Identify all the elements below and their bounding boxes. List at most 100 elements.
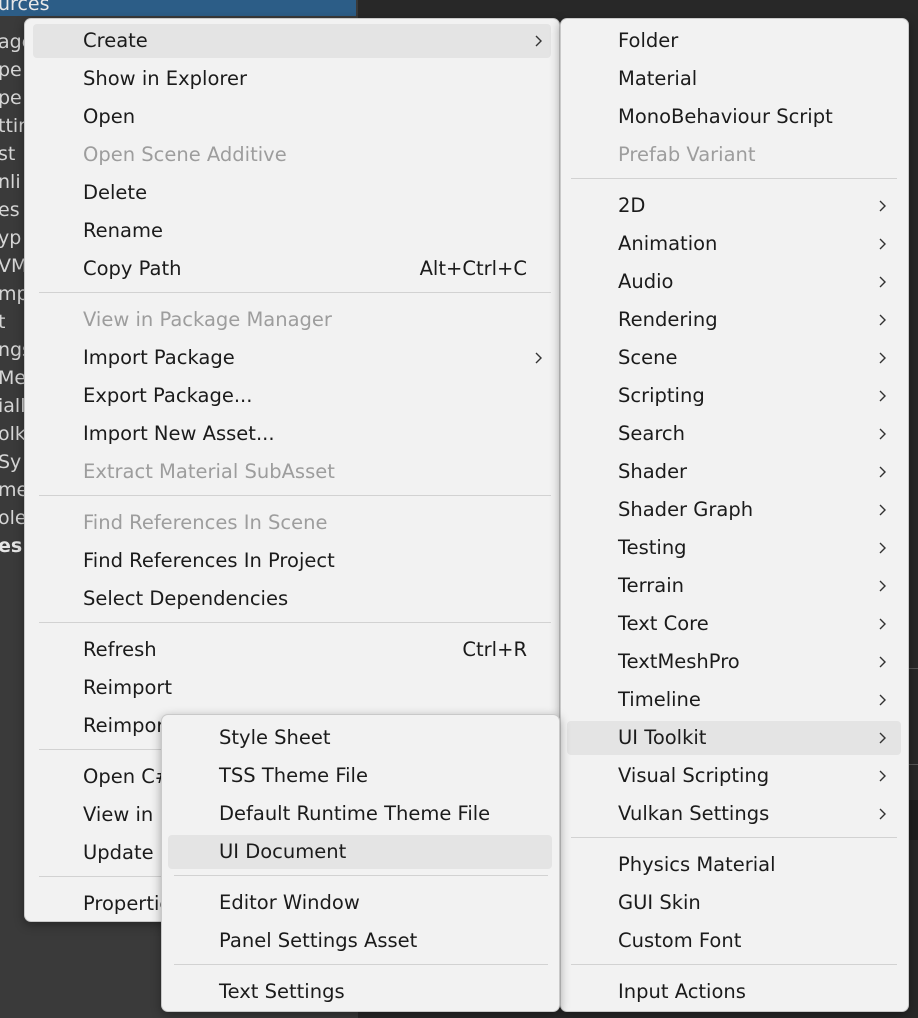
menu-item-folder[interactable]: Folder — [567, 24, 901, 58]
menu-item-label: Audio — [618, 270, 674, 293]
menu-item-label: Select Dependencies — [83, 587, 289, 610]
menu-item-2d[interactable]: 2D — [567, 189, 901, 223]
shortcut-label: Alt+Ctrl+C — [419, 257, 527, 280]
folder-row[interactable]: es — [0, 197, 20, 223]
chevron-right-icon — [877, 645, 889, 679]
menu-item-label: Shader — [618, 460, 688, 483]
folder-row[interactable]: yp — [0, 225, 21, 251]
menu-item-style-sheet[interactable]: Style Sheet — [168, 721, 552, 755]
menu-item-import-new-asset[interactable]: Import New Asset... — [33, 417, 551, 451]
chevron-right-icon — [877, 797, 889, 831]
menu-item-label: Open Scene Additive — [83, 143, 287, 166]
menu-item-show-in-explorer[interactable]: Show in Explorer — [33, 62, 551, 96]
folder-row[interactable]: t — [0, 309, 5, 335]
menu-item-testing[interactable]: Testing — [567, 531, 901, 565]
menu-item-label: Custom Font — [618, 929, 742, 952]
menu-item-label: Propertie — [83, 892, 172, 915]
folder-row[interactable]: olk — [0, 421, 26, 447]
folder-row[interactable]: nli — [0, 169, 21, 195]
menu-item-label: Default Runtime Theme File — [219, 802, 491, 825]
folder-row[interactable]: st — [0, 141, 15, 167]
menu-item-input-actions[interactable]: Input Actions — [567, 975, 901, 1009]
menu-item-editor-window[interactable]: Editor Window — [168, 886, 552, 920]
menu-item-vulkan-settings[interactable]: Vulkan Settings — [567, 797, 901, 831]
menu-item-copy-path[interactable]: Copy Path Alt+Ctrl+C — [33, 252, 551, 286]
menu-item-text-settings[interactable]: Text Settings — [168, 975, 552, 1009]
folder-row[interactable]: pe — [0, 85, 22, 111]
menu-separator — [571, 178, 897, 179]
menu-item-ui-toolkit[interactable]: UI Toolkit — [567, 721, 901, 755]
shortcut-label: Ctrl+R — [462, 638, 527, 661]
menu-item-label: Reimpor — [83, 714, 165, 737]
menu-item-label: UI Toolkit — [618, 726, 707, 749]
menu-item-label: Refresh — [83, 638, 157, 661]
folder-row[interactable]: es — [0, 533, 22, 559]
folder-row[interactable]: pe — [0, 57, 22, 83]
menu-item-text-core[interactable]: Text Core — [567, 607, 901, 641]
menu-item-shader[interactable]: Shader — [567, 455, 901, 489]
menu-item-label: Editor Window — [219, 891, 360, 914]
folder-row[interactable]: Sy — [0, 449, 21, 475]
menu-item-refresh[interactable]: Refresh Ctrl+R — [33, 633, 551, 667]
menu-item-select-dependencies[interactable]: Select Dependencies — [33, 582, 551, 616]
menu-item-panel-settings-asset[interactable]: Panel Settings Asset — [168, 924, 552, 958]
menu-item-physics-material[interactable]: Physics Material — [567, 848, 901, 882]
menu-item-delete[interactable]: Delete — [33, 176, 551, 210]
menu-item-label: Delete — [83, 181, 148, 204]
menu-item-label: Create — [83, 29, 148, 52]
menu-item-label: Text Settings — [219, 980, 345, 1003]
menu-item-terrain[interactable]: Terrain — [567, 569, 901, 603]
menu-item-label: Shader Graph — [618, 498, 754, 521]
menu-item-label: Show in Explorer — [83, 67, 247, 90]
menu-item-tss-theme-file[interactable]: TSS Theme File — [168, 759, 552, 793]
folder-row[interactable]: ole — [0, 505, 27, 531]
menu-item-custom-font[interactable]: Custom Font — [567, 924, 901, 958]
chevron-right-icon — [877, 759, 889, 793]
menu-item-timeline[interactable]: Timeline — [567, 683, 901, 717]
menu-item-label: Import New Asset... — [83, 422, 275, 445]
chevron-right-icon — [877, 607, 889, 641]
chevron-right-icon — [877, 265, 889, 299]
menu-item-monobehaviour-script[interactable]: MonoBehaviour Script — [567, 100, 901, 134]
menu-item-default-runtime-theme-file[interactable]: Default Runtime Theme File — [168, 797, 552, 831]
menu-item-shader-graph[interactable]: Shader Graph — [567, 493, 901, 527]
menu-item-rendering[interactable]: Rendering — [567, 303, 901, 337]
menu-item-visual-scripting[interactable]: Visual Scripting — [567, 759, 901, 793]
folder-row[interactable]: iall — [0, 393, 25, 419]
menu-item-label: Find References In Project — [83, 549, 335, 572]
menu-item-open[interactable]: Open — [33, 100, 551, 134]
selected-folder-row[interactable]: urces — [0, 0, 356, 16]
chevron-right-icon — [877, 531, 889, 565]
menu-item-label: Timeline — [618, 688, 701, 711]
menu-item-textmeshpro[interactable]: TextMeshPro — [567, 645, 901, 679]
menu-item-animation[interactable]: Animation — [567, 227, 901, 261]
menu-item-rename[interactable]: Rename — [33, 214, 551, 248]
menu-item-reimport[interactable]: Reimport — [33, 671, 551, 705]
menu-item-label: Find References In Scene — [83, 511, 328, 534]
menu-item-prefab-variant[interactable]: Prefab Variant — [567, 138, 901, 172]
menu-item-find-references-in-project[interactable]: Find References In Project — [33, 544, 551, 578]
menu-item-material[interactable]: Material — [567, 62, 901, 96]
menu-item-label: TextMeshPro — [618, 650, 740, 673]
menu-item-label: Testing — [618, 536, 687, 559]
menu-item-search[interactable]: Search — [567, 417, 901, 451]
menu-item-export-package[interactable]: Export Package... — [33, 379, 551, 413]
ui-toolkit-submenu: Style Sheet TSS Theme File Default Runti… — [161, 714, 560, 1012]
menu-item-scene[interactable]: Scene — [567, 341, 901, 375]
menu-item-open-scene-additive[interactable]: Open Scene Additive — [33, 138, 551, 172]
chevron-right-icon — [877, 569, 889, 603]
chevron-right-icon — [877, 227, 889, 261]
menu-item-create[interactable]: Create — [33, 24, 551, 58]
menu-item-label: Scripting — [618, 384, 705, 407]
menu-item-import-package[interactable]: Import Package — [33, 341, 551, 375]
menu-item-label: Import Package — [83, 346, 235, 369]
menu-separator — [174, 964, 548, 965]
menu-item-scripting[interactable]: Scripting — [567, 379, 901, 413]
menu-item-extract-material-subasset[interactable]: Extract Material SubAsset — [33, 455, 551, 489]
menu-item-gui-skin[interactable]: GUI Skin — [567, 886, 901, 920]
menu-separator — [174, 875, 548, 876]
menu-item-audio[interactable]: Audio — [567, 265, 901, 299]
menu-item-find-references-in-scene[interactable]: Find References In Scene — [33, 506, 551, 540]
menu-item-ui-document[interactable]: UI Document — [168, 835, 552, 869]
menu-item-view-in-package-manager[interactable]: View in Package Manager — [33, 303, 551, 337]
